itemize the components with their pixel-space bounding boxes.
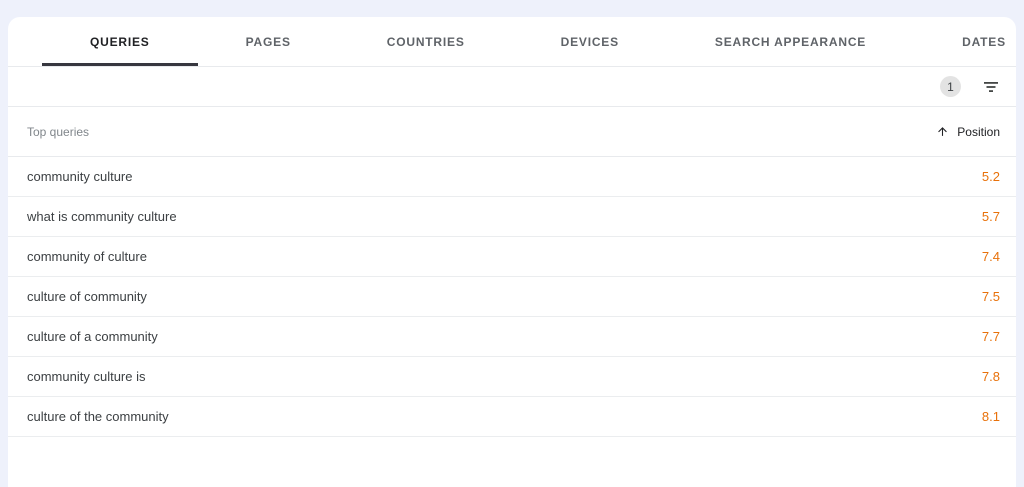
query-cell[interactable]: community of culture [27, 249, 147, 264]
table-row[interactable]: community of culture 7.4 [8, 237, 1016, 277]
position-column-label: Position [957, 124, 1000, 139]
top-queries-column-header: Top queries [27, 124, 90, 139]
filter-list-icon[interactable] [982, 78, 1000, 96]
tab-devices[interactable]: DEVICES [513, 17, 667, 66]
table-header-row: Top queries Position [8, 107, 1016, 157]
table-filter-bar: 1 [8, 67, 1016, 107]
position-column-header[interactable]: Position [936, 125, 1000, 139]
dimension-tabs: QUERIES PAGES COUNTRIES DEVICES SEARCH A… [8, 17, 1016, 67]
queries-table-body: community culture 5.2 what is community … [8, 157, 1016, 437]
table-row[interactable]: culture of the community 8.1 [8, 397, 1016, 437]
query-cell[interactable]: culture of a community [27, 329, 158, 344]
table-row[interactable]: community culture 5.2 [8, 157, 1016, 197]
query-cell[interactable]: community culture [27, 169, 132, 184]
arrow-upward-icon [938, 127, 948, 136]
position-cell: 7.4 [981, 249, 1000, 264]
position-cell: 5.2 [981, 169, 1000, 184]
query-cell[interactable]: culture of community [27, 289, 147, 304]
table-row[interactable]: what is community culture 5.7 [8, 197, 1016, 237]
position-cell: 5.7 [981, 209, 1000, 224]
query-cell[interactable]: what is community culture [27, 209, 177, 224]
table-row[interactable]: culture of a community 7.7 [8, 317, 1016, 357]
performance-report-card: QUERIES PAGES COUNTRIES DEVICES SEARCH A… [8, 17, 1016, 487]
table-row[interactable]: community culture is 7.8 [8, 357, 1016, 397]
tab-dates[interactable]: DATES [914, 17, 1024, 66]
position-cell: 7.7 [981, 329, 1000, 344]
query-cell[interactable]: culture of the community [27, 409, 169, 424]
tab-queries[interactable]: QUERIES [42, 17, 198, 66]
position-cell: 8.1 [981, 409, 1000, 424]
position-cell: 7.8 [981, 369, 1000, 384]
tab-countries[interactable]: COUNTRIES [339, 17, 513, 66]
active-filter-count-badge[interactable]: 1 [940, 76, 961, 97]
position-cell: 7.5 [981, 289, 1000, 304]
table-row[interactable]: culture of community 7.5 [8, 277, 1016, 317]
tab-pages[interactable]: PAGES [198, 17, 339, 66]
tab-search-appearance[interactable]: SEARCH APPEARANCE [667, 17, 914, 66]
query-cell[interactable]: community culture is [27, 369, 145, 384]
